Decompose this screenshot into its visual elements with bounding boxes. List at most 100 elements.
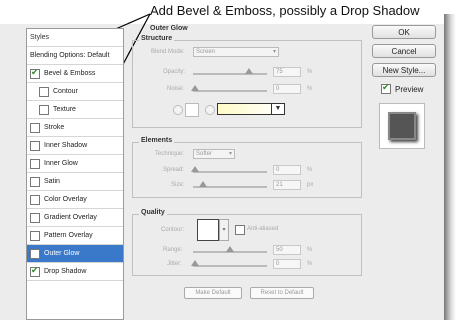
spread-input[interactable]: 0 (273, 165, 301, 175)
spread-unit: % (307, 167, 313, 173)
contour-picker[interactable] (197, 219, 219, 241)
style-item-label: Pattern Overlay (44, 232, 93, 239)
range-label: Range: (163, 247, 183, 253)
preview-checkbox[interactable] (381, 82, 391, 94)
style-item-label: Contour (53, 88, 78, 95)
style-checkbox[interactable] (30, 265, 40, 277)
style-item-inner-glow[interactable]: Inner Glow (27, 155, 123, 173)
styles-header[interactable]: Styles (27, 29, 123, 47)
style-item-drop-shadow[interactable]: Drop Shadow (27, 263, 123, 281)
preview-label: Preview (395, 84, 424, 94)
chevron-down-icon: ▾ (272, 49, 276, 55)
style-checkbox[interactable] (30, 248, 40, 259)
spread-label: Spread: (163, 167, 185, 173)
cancel-button[interactable]: Cancel (372, 44, 436, 58)
noise-input[interactable]: 0 (273, 84, 301, 94)
size-unit: px (307, 182, 314, 188)
dialog-shadow (444, 14, 456, 320)
preview-swatch (379, 103, 425, 149)
noise-slider[interactable] (193, 90, 267, 92)
style-item-label: Outer Glow (44, 250, 80, 257)
technique-label: Technique: (155, 151, 185, 157)
blending-options[interactable]: Blending Options: Default (27, 47, 123, 65)
spread-slider[interactable] (193, 171, 267, 173)
size-input[interactable]: 21 (273, 180, 301, 190)
size-label: Size: (171, 182, 185, 188)
style-checkbox[interactable] (30, 176, 40, 187)
jitter-slider-thumb[interactable] (191, 260, 199, 266)
chevron-down-icon: ▾ (228, 151, 232, 157)
style-item-stroke[interactable]: Stroke (27, 119, 123, 137)
range-unit: % (307, 247, 313, 253)
noise-unit: % (307, 86, 313, 92)
color-radio[interactable] (173, 105, 183, 115)
style-checkbox[interactable] (30, 230, 40, 241)
annotation-text: Add Bevel & Emboss, possibly a Drop Shad… (150, 3, 420, 18)
elements-group: Elements Technique: Softer ▾ Spread: 0 % … (132, 137, 362, 198)
spread-slider-thumb[interactable] (191, 166, 199, 172)
styles-list: Styles Blending Options: Default Bevel &… (26, 28, 124, 320)
structure-title: Structure (139, 35, 175, 42)
elements-title: Elements (139, 137, 175, 144)
style-checkbox[interactable] (39, 86, 49, 97)
contour-label: Contour: (161, 227, 185, 233)
chevron-down-icon[interactable]: ▾ (219, 219, 229, 241)
style-item-contour[interactable]: Contour (27, 83, 123, 101)
dropdown-arrow-icon[interactable]: ▼ (271, 104, 284, 114)
opacity-slider[interactable] (193, 73, 267, 75)
style-item-label: Bevel & Emboss (44, 70, 96, 77)
panel-title: Outer Glow (150, 25, 188, 32)
style-item-gradient-overlay[interactable]: Gradient Overlay (27, 209, 123, 227)
range-input[interactable]: 50 (273, 245, 301, 255)
style-item-inner-shadow[interactable]: Inner Shadow (27, 137, 123, 155)
anti-aliased-label: Anti-aliased (247, 226, 279, 232)
size-slider-thumb[interactable] (199, 181, 207, 187)
ok-button[interactable]: OK (372, 25, 436, 39)
gradient-picker[interactable]: ▼ (217, 103, 285, 115)
jitter-input[interactable]: 0 (273, 259, 301, 269)
jitter-slider[interactable] (193, 265, 267, 267)
outer-glow-panel: Outer Glow Structure Blend Mode: Screen ▾… (128, 24, 364, 320)
style-item-label: Color Overlay (44, 196, 87, 203)
style-checkbox[interactable] (30, 67, 40, 79)
anti-aliased-checkbox[interactable] (235, 225, 245, 235)
blend-mode-label: Blend Mode: (151, 49, 185, 55)
structure-group: Structure Blend Mode: Screen ▾ Opacity: 7… (132, 35, 362, 128)
style-item-label: Texture (53, 106, 76, 113)
style-item-bevel-emboss[interactable]: Bevel & Emboss (27, 65, 123, 83)
style-item-texture[interactable]: Texture (27, 101, 123, 119)
style-item-label: Inner Glow (44, 160, 78, 167)
range-slider-thumb[interactable] (226, 246, 234, 252)
style-checkbox[interactable] (30, 122, 40, 133)
blend-mode-select[interactable]: Screen ▾ (193, 47, 279, 57)
color-swatch[interactable] (185, 103, 199, 117)
style-item-satin[interactable]: Satin (27, 173, 123, 191)
style-item-label: Stroke (44, 124, 65, 131)
style-checkbox[interactable] (39, 104, 49, 115)
opacity-input[interactable]: 75 (273, 67, 301, 77)
gradient-radio[interactable] (205, 105, 215, 115)
opacity-slider-thumb[interactable] (245, 68, 253, 74)
preview-thumbnail (388, 112, 416, 140)
quality-title: Quality (139, 209, 167, 216)
style-item-label: Satin (44, 178, 60, 185)
noise-slider-thumb[interactable] (191, 85, 199, 91)
style-item-label: Gradient Overlay (44, 214, 97, 221)
quality-group: Quality Contour: ▾ Anti-aliased Range: 5… (132, 209, 362, 276)
make-default-button[interactable]: Make Default (184, 287, 242, 299)
technique-select[interactable]: Softer ▾ (193, 149, 235, 159)
style-item-color-overlay[interactable]: Color Overlay (27, 191, 123, 209)
style-checkbox[interactable] (30, 158, 40, 169)
style-item-label: Inner Shadow (44, 142, 88, 149)
noise-label: Noise: (167, 86, 185, 92)
new-style-button[interactable]: New Style... (372, 63, 436, 77)
opacity-label: Opacity: (163, 69, 186, 75)
style-checkbox[interactable] (30, 212, 40, 223)
style-item-outer-glow[interactable]: Outer Glow (27, 245, 123, 263)
style-checkbox[interactable] (30, 194, 40, 205)
style-item-pattern-overlay[interactable]: Pattern Overlay (27, 227, 123, 245)
preview-toggle[interactable]: Preview (381, 82, 424, 94)
reset-to-default-button[interactable]: Reset to Default (250, 287, 314, 299)
jitter-unit: % (307, 261, 313, 267)
style-checkbox[interactable] (30, 140, 40, 151)
